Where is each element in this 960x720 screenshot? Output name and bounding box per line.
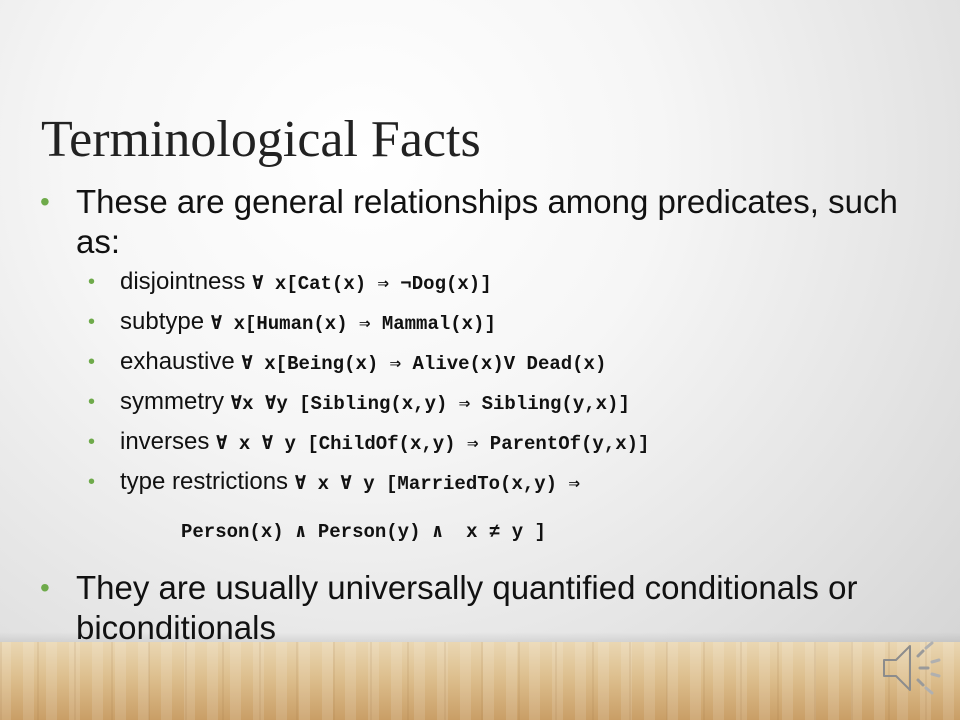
speaker-icon[interactable]	[880, 640, 942, 696]
formula: ∀ x ∀ y [ChildOf(x,y) ⇒ ParentOf(y,x)]	[216, 433, 650, 455]
sub-bullet-exhaustive: • exhaustive ∀ x[Being(x) ⇒ Alive(x)V De…	[40, 348, 940, 388]
formula: ∀ x[Human(x) ⇒ Mammal(x)]	[210, 313, 496, 335]
bullet-dot-icon: •	[88, 271, 96, 293]
bullet-dot-icon: •	[88, 471, 96, 493]
slide-title: Terminological Facts	[41, 111, 481, 168]
sub-bullet-subtype: • subtype ∀ x[Human(x) ⇒ Mammal(x)]	[40, 308, 940, 348]
formula: ∀ x ∀ y [MarriedTo(x,y) ⇒	[294, 473, 580, 495]
bullet-dot-icon: •	[88, 351, 96, 373]
formula: ∀ x[Being(x) ⇒ Alive(x)V Dead(x)	[241, 353, 607, 375]
bullet-dot-icon: •	[40, 572, 50, 603]
bullet-text: They are usually universally quantified …	[76, 569, 858, 646]
sub-bullet-label: exhaustive	[120, 348, 235, 375]
bullet-dot-icon: •	[88, 391, 96, 413]
sub-bullet-symmetry: • symmetry ∀x ∀y [Sibling(x,y) ⇒ Sibling…	[40, 388, 940, 428]
formula: ∀ x[Cat(x) ⇒ ¬Dog(x)]	[252, 273, 492, 295]
wood-floor-background	[0, 642, 960, 720]
bullet-general-relationships: • These are general relationships among …	[40, 182, 940, 262]
sub-bullet-label: symmetry	[120, 388, 224, 415]
sub-bullet-label: disjointness	[120, 268, 246, 295]
sub-bullet-label: type restrictions	[120, 468, 289, 495]
sub-bullet-label: inverses	[120, 428, 210, 455]
sub-bullet-inverses: • inverses ∀ x ∀ y [ChildOf(x,y) ⇒ Paren…	[40, 428, 940, 468]
formula: ∀x ∀y [Sibling(x,y) ⇒ Sibling(y,x)]	[230, 393, 630, 415]
type-restrictions-continuation: Person(x) ∧ Person(y) ∧ x ≠ y ]	[181, 521, 546, 543]
sub-bullet-type-restrictions: • type restrictions ∀ x ∀ y [MarriedTo(x…	[40, 468, 940, 508]
bullet-dot-icon: •	[88, 311, 96, 333]
sub-bullet-list: • disjointness ∀ x[Cat(x) ⇒ ¬Dog(x)] • s…	[40, 268, 940, 508]
sub-bullet-disjointness: • disjointness ∀ x[Cat(x) ⇒ ¬Dog(x)]	[40, 268, 940, 308]
bullet-dot-icon: •	[40, 186, 50, 217]
bullet-text: These are general relationships among pr…	[76, 183, 898, 260]
slide-content: • These are general relationships among …	[40, 182, 940, 646]
bullet-dot-icon: •	[88, 431, 96, 453]
sub-bullet-label: subtype	[120, 308, 205, 335]
bullet-universally-quantified: • They are usually universally quantifie…	[40, 568, 936, 648]
